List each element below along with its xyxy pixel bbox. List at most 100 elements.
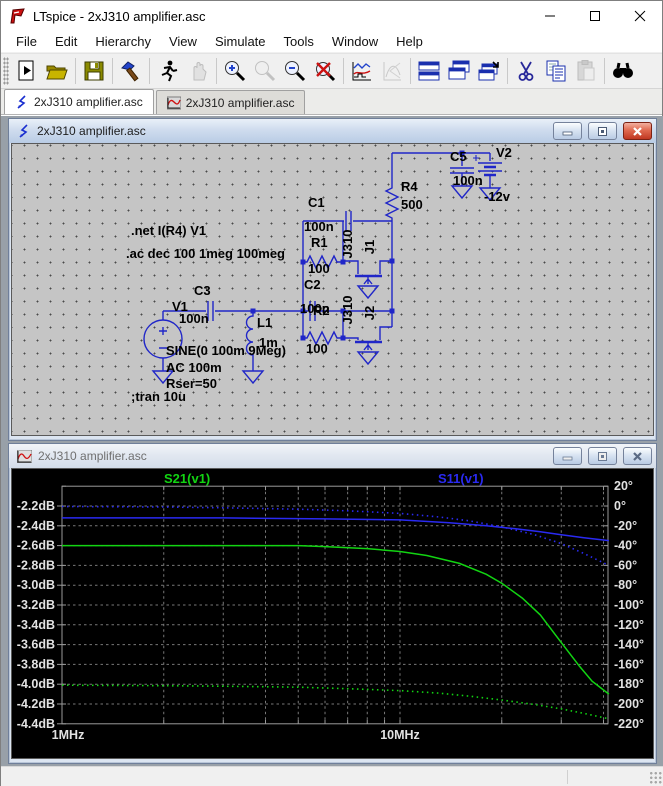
schematic-minimize-button[interactable] — [553, 122, 582, 140]
trace-s21-v1-magnitude[interactable] — [62, 546, 609, 695]
component-label-c1[interactable]: C1 — [308, 196, 325, 210]
component-value-r4[interactable]: 500 — [401, 198, 423, 212]
toolbar-separator — [507, 58, 508, 84]
open-file-button[interactable] — [42, 56, 72, 86]
component-label-c3[interactable]: C3 — [194, 284, 211, 298]
component-value-r1[interactable]: 100 — [308, 262, 330, 276]
halt-hand-icon — [186, 59, 210, 83]
component-label-r4[interactable]: R4 — [401, 180, 418, 194]
arrange-windows-button[interactable] — [474, 56, 504, 86]
titlebar: LTspice - 2xJ310 amplifier.asc — [1, 1, 662, 31]
new-schematic-button[interactable] — [12, 56, 42, 86]
save-button[interactable] — [79, 56, 109, 86]
trace-s11-v1-magnitude[interactable] — [62, 518, 609, 541]
schematic-canvas[interactable]: .net I(R4) V1 .ac dec 100 1meg 100meg ;t… — [11, 143, 654, 436]
tabbar: 2xJ310 amplifier.asc 2xJ310 amplifier.asc — [1, 89, 662, 115]
component-value-v1-rser[interactable]: Rser=50 — [166, 377, 217, 391]
toolbar-drag-handle[interactable] — [3, 57, 9, 85]
schematic-close-button[interactable] — [623, 122, 652, 140]
resize-grip[interactable] — [649, 771, 662, 784]
menu-item-window[interactable]: Window — [323, 32, 387, 51]
component-value-r2[interactable]: 100 — [306, 342, 328, 356]
component-value-c2[interactable]: 100n — [300, 302, 330, 316]
trace-s21-v1-phase[interactable] — [62, 685, 609, 719]
bode-plot[interactable]: 20°0°-20°-40°-60°-80°-100°-120°-140°-160… — [12, 469, 654, 759]
plot-restore-button[interactable] — [588, 447, 617, 465]
schematic-window-title: 2xJ310 amplifier.asc — [37, 124, 547, 138]
menu-item-help[interactable]: Help — [387, 32, 432, 51]
plot-canvas[interactable]: S21(v1) S11(v1) 20°0°-20°-40°-60°-80°-10… — [11, 468, 654, 759]
spice-directive-ac[interactable]: .ac dec 100 1meg 100meg — [126, 247, 285, 261]
waveform-icon — [17, 450, 32, 463]
find-button[interactable] — [608, 56, 638, 86]
component-label-r1[interactable]: R1 — [311, 236, 328, 250]
y-axis-left-tick-label: -3.6dB — [17, 638, 55, 652]
find-icon — [611, 59, 635, 83]
component-value-v1-ac[interactable]: AC 100m — [166, 361, 222, 375]
spice-directive-tran[interactable]: ;tran 10u — [131, 390, 186, 404]
tab-waveform[interactable]: 2xJ310 amplifier.asc — [156, 90, 306, 114]
y-axis-right-tick-label: -40° — [614, 539, 637, 553]
plot-window-titlebar[interactable]: 2xJ310 amplifier.asc — [9, 444, 656, 468]
statusbar-separator — [567, 770, 568, 784]
menu-item-hierarchy[interactable]: Hierarchy — [86, 32, 160, 51]
zoom-back-button — [250, 56, 280, 86]
tile-windows-button[interactable] — [414, 56, 444, 86]
component-value-c3[interactable]: 100n — [179, 312, 209, 326]
component-label-v2[interactable]: V2 — [496, 146, 512, 160]
component-value-v1-sine[interactable]: SINE(0 100m 9Meg) — [166, 344, 286, 358]
copy-button[interactable] — [541, 56, 571, 86]
component-label-j2[interactable]: J2 — [363, 306, 377, 320]
component-label-v1[interactable]: V1 — [172, 300, 188, 314]
paste-button — [571, 56, 601, 86]
component-label-l1[interactable]: L1 — [257, 316, 272, 330]
window-title: LTspice - 2xJ310 amplifier.asc — [33, 9, 527, 24]
y-axis-right-tick-label: 20° — [614, 479, 633, 493]
component-value-v2[interactable]: -12v — [484, 190, 510, 204]
y-axis-right-tick-label: -140° — [614, 638, 644, 652]
menu-item-edit[interactable]: Edit — [46, 32, 86, 51]
toolbar-separator — [604, 58, 605, 84]
run-button[interactable] — [153, 56, 183, 86]
plot-minimize-button[interactable] — [553, 447, 582, 465]
control-panel-hammer-icon — [119, 59, 143, 83]
y-axis-right-tick-label: -120° — [614, 618, 644, 632]
tab-label: 2xJ310 amplifier.asc — [186, 96, 295, 110]
control-panel-hammer-button[interactable] — [116, 56, 146, 86]
toolbar-separator — [410, 58, 411, 84]
spice-directive-net[interactable]: .net I(R4) V1 — [131, 224, 206, 238]
component-label-c2[interactable]: C2 — [304, 278, 321, 292]
menu-item-simulate[interactable]: Simulate — [206, 32, 275, 51]
menu-item-tools[interactable]: Tools — [275, 32, 323, 51]
y-axis-right-tick-label: -200° — [614, 697, 644, 711]
y-axis-right-tick-label: -20° — [614, 519, 637, 533]
autorange-plot-button[interactable] — [347, 56, 377, 86]
trace-s11-v1-phase[interactable] — [62, 507, 609, 566]
component-model-j2[interactable]: J310 — [341, 296, 355, 325]
component-label-c5[interactable]: C5 — [450, 150, 467, 164]
arrange-windows-icon — [477, 59, 501, 83]
component-label-j1[interactable]: J1 — [363, 240, 377, 254]
component-model-j1[interactable]: J310 — [341, 230, 355, 259]
close-button[interactable] — [617, 1, 662, 31]
cascade-windows-button[interactable] — [444, 56, 474, 86]
component-value-c1[interactable]: 100n — [304, 220, 334, 234]
zoom-in-button[interactable] — [220, 56, 250, 86]
schematic-window-titlebar[interactable]: 2xJ310 amplifier.asc — [9, 119, 656, 143]
zoom-full-extents-icon — [313, 59, 337, 83]
plot-settings-button — [377, 56, 407, 86]
maximize-button[interactable] — [572, 1, 617, 31]
cut-button[interactable] — [511, 56, 541, 86]
plot-close-button[interactable] — [623, 447, 652, 465]
schematic-drawing — [12, 144, 654, 435]
menu-item-file[interactable]: File — [7, 32, 46, 51]
menu-item-view[interactable]: View — [160, 32, 206, 51]
zoom-full-extents-button[interactable] — [310, 56, 340, 86]
component-value-c5[interactable]: 100n — [453, 174, 483, 188]
x-axis-tick-label: 1MHz — [52, 728, 85, 742]
zoom-out-button[interactable] — [280, 56, 310, 86]
schematic-restore-button[interactable] — [588, 122, 617, 140]
minimize-button[interactable] — [527, 1, 572, 31]
y-axis-right-tick-label: -80° — [614, 578, 637, 592]
tab-schematic[interactable]: 2xJ310 amplifier.asc — [4, 89, 154, 114]
